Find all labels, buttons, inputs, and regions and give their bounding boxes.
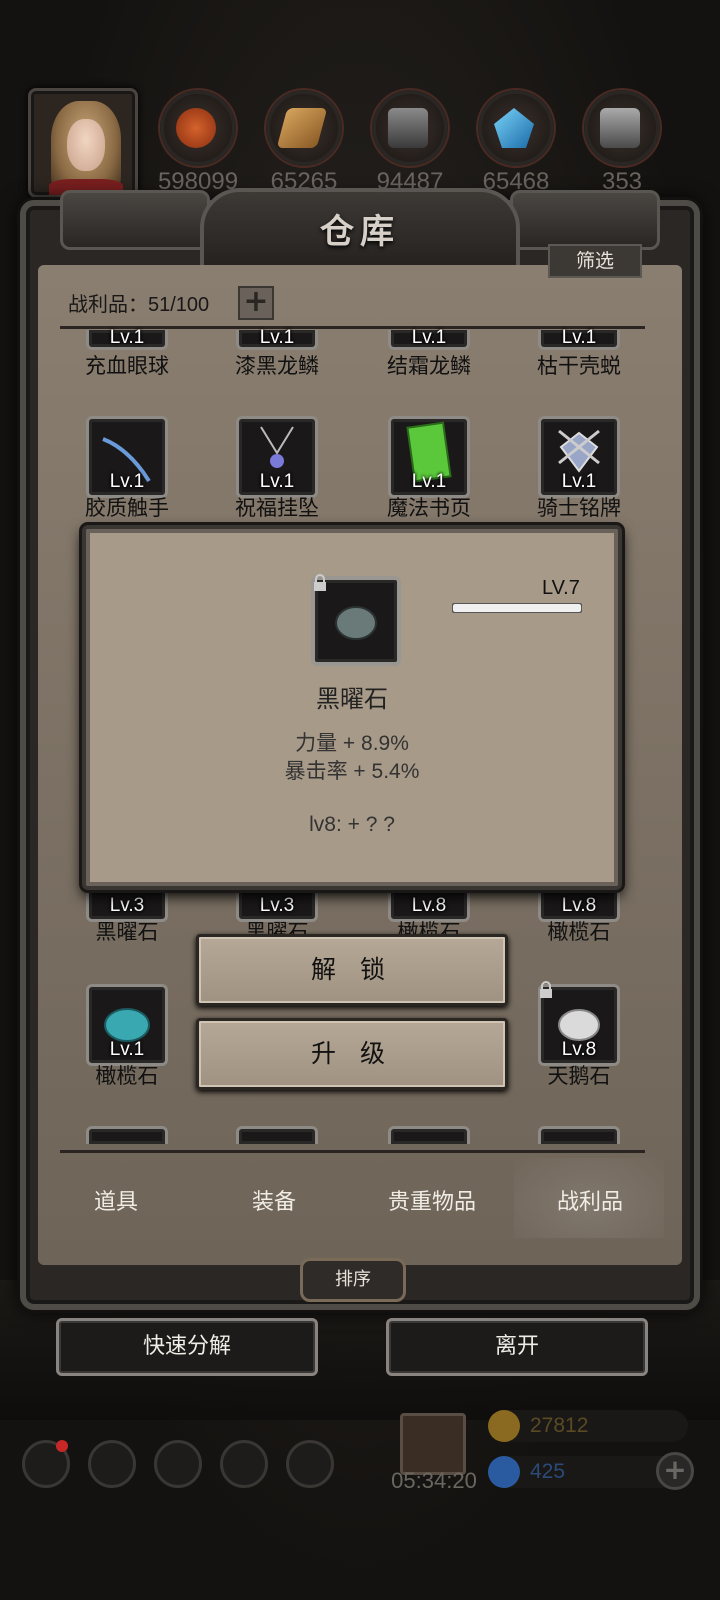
stone-icon — [388, 108, 428, 148]
item-name: 橄榄石 — [547, 920, 611, 944]
item-slot[interactable] — [86, 1126, 168, 1144]
item-slot[interactable]: Lv.1 — [86, 327, 168, 350]
tab-valuables[interactable]: 贵重物品 — [362, 1184, 502, 1216]
frame-ornament-left — [60, 190, 210, 250]
item-slot[interactable] — [388, 1126, 470, 1144]
item-name: 天鹅石 — [547, 1064, 611, 1088]
item-slot[interactable]: Lv.1 — [86, 984, 168, 1066]
item-name: 漆黑龙鳞 — [235, 354, 319, 378]
resource-iron[interactable]: 353 — [582, 90, 662, 200]
item-detail-name: 黑曜石 — [316, 685, 388, 713]
item-slot[interactable]: Lv.1 — [388, 416, 470, 498]
resource-wood[interactable]: 65265 — [264, 90, 344, 200]
stat-line: 力量 + 8.9% — [295, 732, 409, 755]
item-name: 充血眼球 — [85, 354, 169, 378]
item-slot[interactable]: Lv.8 — [538, 981, 620, 1066]
item-detail-icon — [311, 574, 401, 666]
item-slot[interactable] — [236, 1126, 318, 1144]
mail-icon[interactable] — [220, 1440, 268, 1488]
tab-loot[interactable]: 战利品 — [520, 1184, 660, 1216]
item-slot[interactable]: Lv.1 — [388, 327, 470, 350]
tab-items[interactable]: 道具 — [46, 1184, 186, 1216]
stat-line: 暴击率 + 5.4% — [284, 760, 420, 783]
gift-timer: 05:34:20 — [391, 1468, 477, 1493]
item-slot[interactable]: Lv.1 — [236, 416, 318, 498]
plus-icon[interactable]: + — [238, 286, 274, 320]
obsidian-icon — [335, 606, 377, 640]
item-name: 枯干壳蜕 — [537, 354, 621, 378]
item-name: 魔法书页 — [387, 496, 471, 520]
map-icon[interactable] — [154, 1440, 202, 1488]
player-avatar[interactable] — [28, 88, 138, 198]
item-slot[interactable]: Lv.1 — [236, 327, 318, 350]
divider — [60, 1150, 645, 1153]
level-progress-bar — [452, 603, 582, 613]
item-name: 胶质触手 — [85, 496, 169, 520]
resource-stone[interactable]: 94487 — [370, 90, 450, 200]
item-slot[interactable]: Lv.1 — [538, 327, 620, 350]
item-slot[interactable]: Lv.1 — [538, 416, 620, 498]
notification-dot — [56, 1440, 68, 1452]
gift-icon[interactable] — [400, 1413, 466, 1475]
iron-icon — [600, 108, 640, 148]
unlock-button[interactable]: 解 锁 — [196, 934, 508, 1006]
level-progress-fill — [453, 604, 581, 612]
item-name: 橄榄石 — [95, 1064, 159, 1088]
resource-meat[interactable]: 598099 — [158, 90, 238, 200]
gold-icon — [488, 1410, 520, 1442]
meat-icon — [176, 108, 216, 148]
gold-counter: 27812 — [488, 1410, 688, 1442]
avatar-face — [67, 119, 105, 171]
item-detail-popup: LV.7 黑曜石 力量 + 8.9% 暴击率 + 5.4% lv8: + ? ? — [82, 525, 622, 890]
page-title: 仓库 — [320, 212, 400, 252]
item-level: LV.7 — [542, 577, 580, 599]
item-name: 骑士铭牌 — [537, 496, 621, 520]
lock-icon — [314, 574, 326, 591]
filter-button[interactable]: 筛选 — [548, 244, 642, 278]
sort-button[interactable]: 排序 — [300, 1258, 406, 1302]
tab-bar: 道具 装备 贵重物品 战利品 — [60, 1162, 650, 1242]
shop-icon[interactable] — [286, 1440, 334, 1488]
next-level-stat: lv8: + ? ? — [309, 813, 395, 836]
frame-ornament-right — [510, 190, 660, 250]
tab-equipment[interactable]: 装备 — [204, 1184, 344, 1216]
gem-icon — [488, 1456, 520, 1488]
item-slot[interactable]: Lv.1 — [86, 416, 168, 498]
quick-decompose-button[interactable]: 快速分解 — [56, 1318, 318, 1376]
loot-count: 战利品：51/100 — [68, 294, 210, 316]
add-currency-icon[interactable]: + — [656, 1452, 694, 1490]
item-slot[interactable] — [538, 1126, 620, 1144]
upgrade-button[interactable]: 升 级 — [196, 1018, 508, 1090]
resource-crystal[interactable]: 65468 — [476, 90, 556, 200]
item-name: 黑曜石 — [95, 920, 159, 944]
item-name: 祝福挂坠 — [235, 496, 319, 520]
hero-icon[interactable] — [88, 1440, 136, 1488]
item-name: 结霜龙鳞 — [387, 354, 471, 378]
leave-button[interactable]: 离开 — [386, 1318, 648, 1376]
lock-icon — [540, 981, 552, 998]
